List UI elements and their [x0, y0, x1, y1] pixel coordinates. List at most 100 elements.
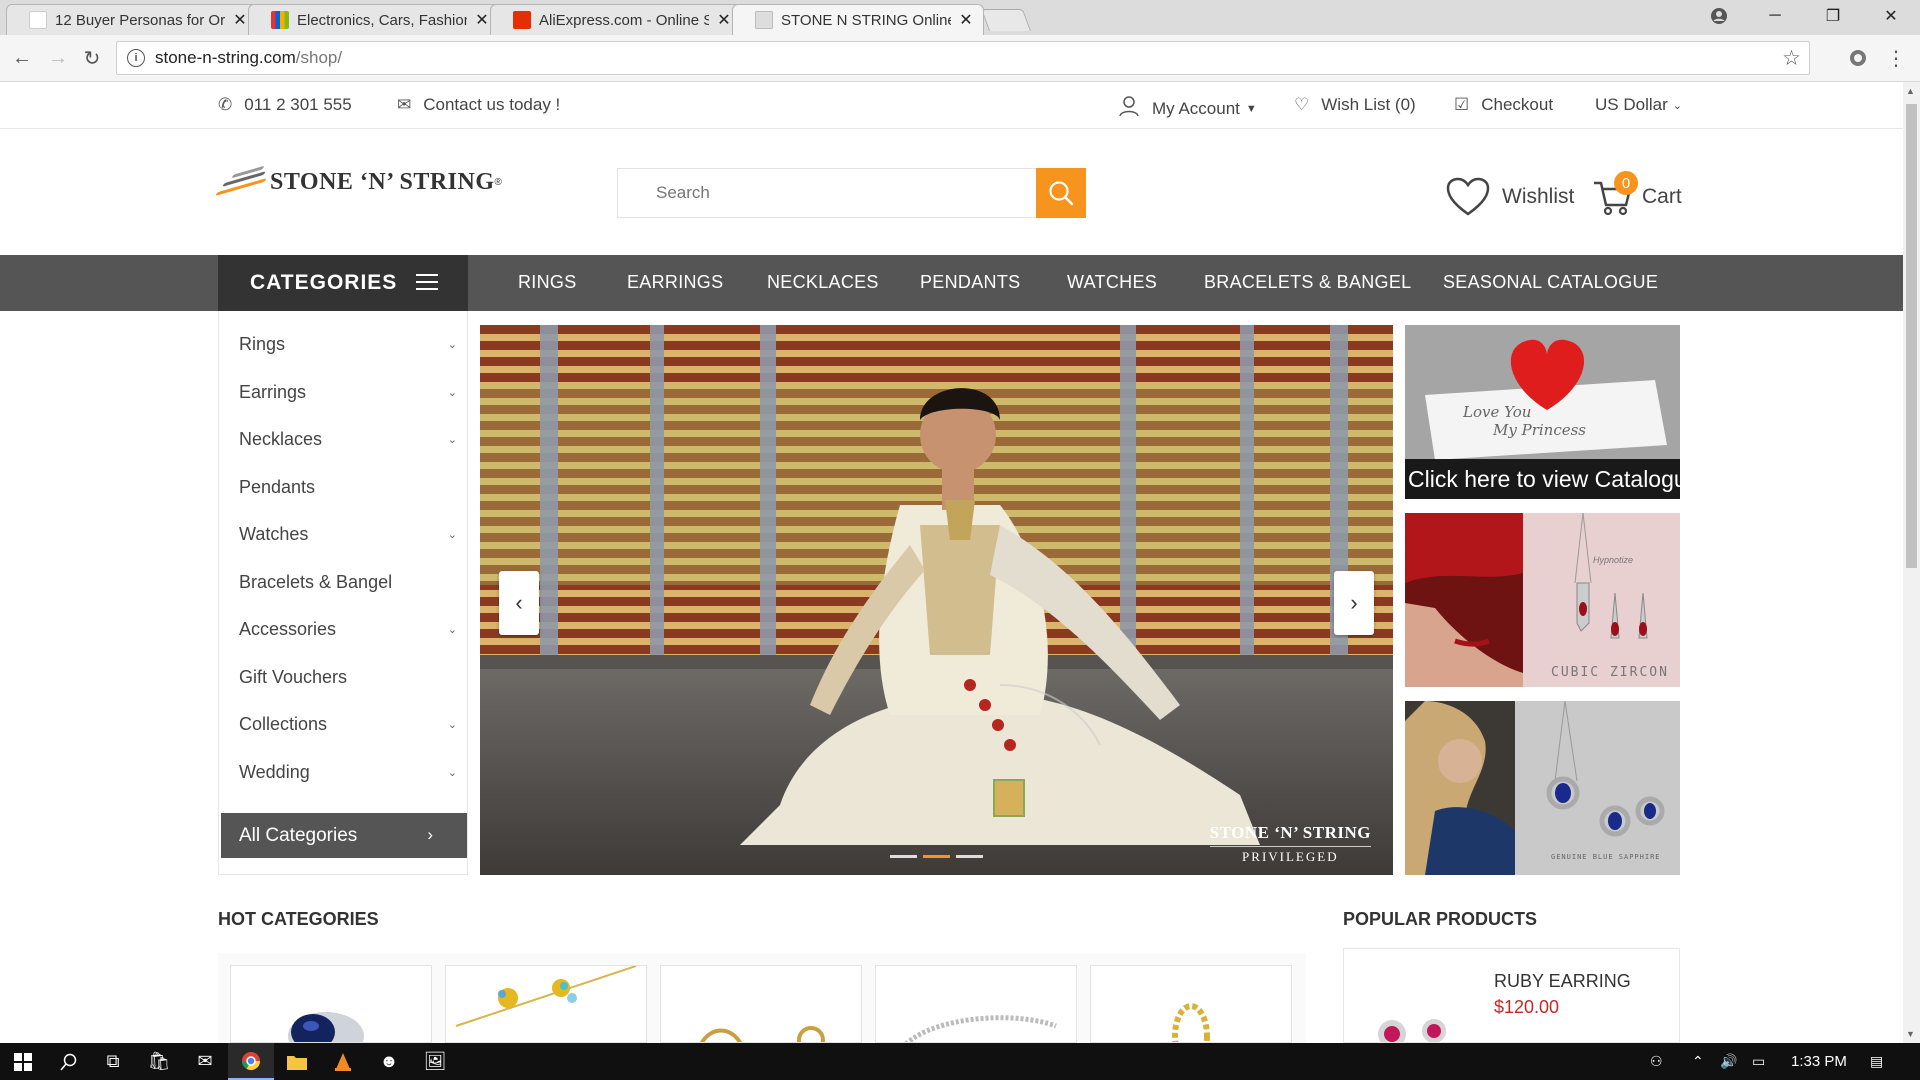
close-tab-icon[interactable]: ✕ [959, 10, 973, 30]
close-tab-icon[interactable]: ✕ [717, 10, 731, 30]
profile-icon[interactable] [1696, 0, 1742, 32]
nav-item-necklaces[interactable]: NECKLACES [767, 272, 879, 293]
scroll-up-icon[interactable]: ▲ [1906, 86, 1915, 96]
gold-bangle-image [1172, 1003, 1210, 1042]
mail-icon[interactable]: ✉ [182, 1043, 228, 1080]
sidebar-item-label: Pendants [239, 477, 316, 497]
hot-category-card-earrings[interactable] [445, 965, 647, 1043]
store-icon[interactable]: 🛍 [136, 1043, 182, 1080]
catalogue-script-line2: My Princess [1493, 421, 1586, 439]
hero-slider[interactable]: ‹ › STONE ‘N’ STRING PRIVILEGED [480, 325, 1393, 875]
slider-dot[interactable] [956, 855, 983, 858]
sidebar-item-pendants[interactable]: Pendants [239, 477, 457, 498]
nav-item-earrings[interactable]: EARRINGS [627, 272, 723, 293]
slider-prev-button[interactable]: ‹ [499, 571, 539, 635]
page-scrollbar[interactable]: ▲ ▼ [1903, 82, 1920, 1043]
wish-list-link[interactable]: ♡ Wish List (0) [1294, 95, 1416, 115]
minimize-icon[interactable]: ─ [1752, 0, 1798, 32]
my-account-dropdown[interactable]: My Account ▼ [1118, 95, 1257, 122]
clock[interactable]: 1:33 PM [1791, 1053, 1847, 1070]
hot-category-card-pendants[interactable] [660, 965, 862, 1043]
slider-dot-active[interactable] [923, 855, 950, 858]
nav-item-rings[interactable]: RINGS [518, 272, 577, 293]
cubic-zircon-text: CUBIC ZIRCON [1551, 665, 1669, 680]
volume-icon[interactable]: 🔊 [1720, 1053, 1737, 1070]
browser-tab-ebay[interactable]: Electronics, Cars, Fashion ✕ [248, 4, 500, 35]
emoji-app-icon[interactable]: ☻ [366, 1043, 412, 1080]
gold-pendant-image [699, 1026, 825, 1042]
sidebar-item-gift-vouchers[interactable]: Gift Vouchers [239, 667, 457, 688]
task-view-icon[interactable]: ⧉ [90, 1043, 136, 1080]
sidebar-item-accessories[interactable]: Accessories ⌄ [239, 619, 457, 640]
currency-dropdown[interactable]: US Dollar ⌄ [1595, 95, 1682, 115]
windows-start-icon[interactable] [0, 1043, 46, 1080]
nav-item-watches[interactable]: WATCHES [1067, 272, 1157, 293]
reload-icon[interactable]: ↻ [80, 46, 104, 70]
web-page: ✆ 011 2 301 555 ✉ Contact us today ! My … [0, 82, 1920, 1043]
sidebar-item-collections[interactable]: Collections ⌄ [239, 714, 457, 735]
hot-category-card-rings[interactable] [230, 965, 432, 1043]
browser-tab-personas[interactable]: 12 Buyer Personas for Or ✕ [6, 4, 258, 35]
sidebar-item-wedding[interactable]: Wedding ⌄ [239, 762, 457, 783]
site-info-icon[interactable]: i [127, 49, 145, 67]
url-host: stone-n-string.com [155, 48, 296, 67]
bookmark-star-icon[interactable]: ☆ [1782, 46, 1801, 71]
blue-sapphire-text: GENUINE BLUE SAPPHIRE [1551, 853, 1661, 861]
checkout-link[interactable]: ☑ Checkout [1454, 95, 1553, 115]
people-icon[interactable]: ⚇ [1650, 1053, 1663, 1070]
contact-link[interactable]: ✉ Contact us today ! [397, 95, 560, 115]
vlc-icon[interactable] [320, 1043, 366, 1080]
show-hidden-icons[interactable]: ⌃ [1692, 1053, 1704, 1070]
search-input[interactable] [656, 183, 1036, 203]
browser-menu-icon[interactable]: ⋮ [1884, 46, 1908, 70]
close-window-icon[interactable]: ✕ [1868, 0, 1914, 32]
sidebar-item-earrings[interactable]: Earrings ⌄ [239, 382, 457, 403]
battery-icon[interactable]: ▭ [1752, 1053, 1765, 1070]
search-icon[interactable] [46, 1043, 92, 1080]
browser-tab-aliexpress[interactable]: AliExpress.com - Online S ✕ [490, 4, 742, 35]
cart-button[interactable]: 0 Cart [1592, 171, 1682, 217]
phone-icon: ✆ [218, 95, 233, 114]
popular-product-card[interactable]: RUBY EARRING $120.00 [1343, 948, 1680, 1043]
wishlist-button[interactable]: Wishlist [1446, 177, 1574, 217]
nav-item-bracelets[interactable]: BRACELETS & BANGEL [1204, 272, 1411, 293]
restore-icon[interactable]: ❐ [1810, 0, 1856, 32]
site-logo[interactable]: STONE ‘N’ STRING ® [215, 165, 502, 197]
blue-sapphire-banner[interactable]: GENUINE BLUE SAPPHIRE [1405, 701, 1680, 875]
scrollbar-thumb[interactable] [1906, 104, 1917, 568]
back-icon[interactable]: ← [10, 46, 34, 70]
search-field[interactable] [617, 168, 1037, 218]
browser-tab-stone-n-string[interactable]: STONE N STRING Online ✕ [732, 4, 984, 35]
nav-item-pendants[interactable]: PENDANTS [920, 272, 1020, 293]
chrome-icon[interactable] [228, 1043, 274, 1080]
categories-toggle[interactable]: CATEGORIES [218, 255, 468, 311]
popular-product-name[interactable]: RUBY EARRING [1494, 971, 1631, 992]
sidebar-item-necklaces[interactable]: Necklaces ⌄ [239, 429, 457, 450]
photos-icon[interactable]: 🖼 [412, 1043, 458, 1080]
address-bar[interactable]: i stone-n-string.com/shop/ ☆ [116, 41, 1810, 75]
all-categories-button[interactable]: All Categories › [221, 813, 467, 858]
hot-category-card-bracelets[interactable] [875, 965, 1077, 1043]
search-button[interactable] [1036, 168, 1086, 218]
cubic-zircon-banner[interactable]: Hypnotize CUBIC ZIRCON [1405, 513, 1680, 687]
action-center-icon[interactable]: ▤ [1870, 1053, 1883, 1070]
sidebar-item-watches[interactable]: Watches ⌄ [239, 524, 457, 545]
scroll-down-icon[interactable]: ▼ [1906, 1029, 1915, 1039]
phone-number: 011 2 301 555 [244, 95, 352, 114]
slider-next-button[interactable]: › [1334, 571, 1374, 635]
extension-icon[interactable] [1846, 46, 1870, 70]
catalogue-banner[interactable]: Love You My Princess Click here to view … [1405, 325, 1680, 499]
sidebar-item-rings[interactable]: Rings ⌄ [239, 334, 457, 355]
sidebar-item-bracelets[interactable]: Bracelets & Bangel [239, 572, 457, 593]
sidebar-item-label: Bracelets & Bangel [239, 572, 393, 592]
close-tab-icon[interactable]: ✕ [475, 10, 489, 30]
search-icon [1049, 181, 1074, 206]
close-tab-icon[interactable]: ✕ [233, 10, 247, 30]
slider-dot[interactable] [890, 855, 917, 858]
nav-item-seasonal-catalogue[interactable]: SEASONAL CATALOGUE [1443, 272, 1658, 293]
forward-icon[interactable]: → [46, 46, 70, 70]
wish-list-label: Wish List (0) [1321, 95, 1416, 114]
new-tab-button[interactable] [980, 9, 1032, 31]
file-explorer-icon[interactable] [274, 1043, 320, 1080]
hot-category-card-bangles[interactable] [1090, 965, 1292, 1043]
